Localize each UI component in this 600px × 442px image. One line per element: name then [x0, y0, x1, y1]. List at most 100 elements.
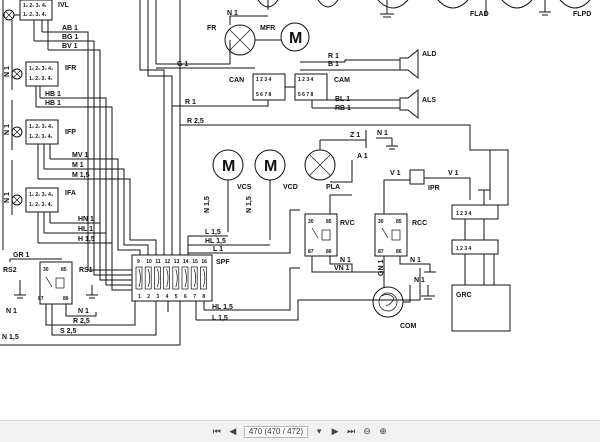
svg-text:IFA: IFA: [65, 190, 76, 197]
svg-text:1 2 3 4: 1 2 3 4: [456, 246, 472, 252]
svg-text:V 1: V 1: [390, 170, 401, 177]
svg-text:L 1: L 1: [213, 246, 223, 253]
svg-text:BG 1: BG 1: [62, 34, 78, 41]
lamp-group-ifp: N 1 1₂ 2₂ 3₂ 4₂ 1₁ 2₁ 3₁ 4₁ IFP: [4, 119, 76, 145]
spf-pin-top: 12: [165, 259, 171, 265]
svg-text:L 1,5: L 1,5: [212, 315, 228, 322]
spf-pin-top: 10: [146, 259, 152, 265]
svg-text:R 2,5: R 2,5: [187, 118, 204, 125]
svg-text:PLA: PLA: [326, 184, 340, 191]
svg-text:30: 30: [43, 267, 49, 273]
spf-pin-top: 13: [174, 259, 180, 265]
relay-rs: 30 85 87 86: [38, 261, 73, 305]
svg-text:1 2 3 4: 1 2 3 4: [456, 211, 472, 217]
svg-text:87: 87: [308, 249, 314, 255]
svg-text:H 1,5: H 1,5: [78, 236, 95, 243]
svg-text:N 1: N 1: [340, 257, 351, 264]
page-indicator[interactable]: 470 (470 / 472): [243, 425, 309, 438]
prev-page-button[interactable]: ◀: [228, 426, 238, 438]
next-page-button[interactable]: ▶: [330, 426, 340, 438]
svg-text:G 1: G 1: [177, 61, 188, 68]
spf-pin-bottom: 4: [166, 294, 169, 300]
svg-text:85: 85: [326, 219, 332, 225]
svg-text:N 1,5: N 1,5: [246, 196, 253, 213]
spf-pin-bottom: 3: [156, 294, 159, 300]
svg-text:30: 30: [308, 219, 314, 225]
svg-text:N 1: N 1: [414, 277, 425, 284]
page-navigation-toolbar: ⏮ ◀ 470 (470 / 472) ▾ ▶ ⏭ ⊖ ⊕: [0, 420, 600, 442]
svg-text:RVC: RVC: [340, 220, 355, 227]
motor-fr: FR M MFR: [207, 15, 310, 56]
svg-text:M: M: [222, 158, 235, 175]
svg-text:R 1: R 1: [328, 53, 339, 60]
svg-text:CAM: CAM: [334, 77, 350, 84]
svg-text:Z 1: Z 1: [350, 132, 360, 139]
svg-text:86: 86: [396, 249, 402, 255]
svg-text:S 2,5: S 2,5: [60, 328, 76, 335]
svg-text:ALS: ALS: [422, 97, 436, 104]
svg-text:1₂ 2₂ 3₂ 4₂: 1₂ 2₂ 3₂ 4₂: [29, 192, 53, 198]
lamp-group-ifr: N 1 1₂ 2₂ 3₂ 4₂ 1₁ 2₁ 3₁ 4₁ IFR: [4, 61, 76, 87]
svg-text:R 1: R 1: [185, 99, 196, 106]
first-page-button[interactable]: ⏮: [212, 426, 222, 438]
spf-pin-top: 15: [192, 259, 198, 265]
svg-text:87: 87: [378, 249, 384, 255]
spf-pin-bottom: 2: [147, 294, 150, 300]
svg-text:SPF: SPF: [216, 259, 230, 266]
svg-text:86: 86: [63, 296, 69, 302]
svg-text:M: M: [264, 158, 277, 175]
spf-pin-bottom: 8: [202, 294, 205, 300]
svg-text:1₁ 2₁ 3₁ 4₁: 1₁ 2₁ 3₁ 4₁: [23, 12, 47, 18]
svg-text:VN 1: VN 1: [334, 265, 350, 272]
spf-pin-top: 14: [183, 259, 189, 265]
spf-pin-bottom: 6: [184, 294, 187, 300]
page-menu-icon[interactable]: ▾: [314, 426, 324, 438]
label-flad: FLAD: [470, 11, 489, 18]
svg-text:N 1: N 1: [6, 308, 17, 315]
svg-text:R 2,5: R 2,5: [73, 318, 90, 325]
svg-text:V 1: V 1: [448, 170, 459, 177]
document-viewer: N 1 FLAD FLPD 1₂ 2₂ 3₁ 4₁ 1₁ 2₁ 3₁ 4₁ IV…: [0, 0, 600, 442]
svg-text:5 6 7 8: 5 6 7 8: [298, 92, 314, 98]
svg-text:HB 1: HB 1: [45, 91, 61, 98]
horn-ald: ALD: [399, 48, 436, 80]
svg-text:N 1: N 1: [4, 124, 11, 135]
svg-text:N 1: N 1: [377, 130, 388, 137]
svg-text:1₁ 2₁ 3₁ 4₁: 1₁ 2₁ 3₁ 4₁: [29, 202, 53, 208]
svg-text:N 1: N 1: [4, 66, 11, 77]
lamp-group-ifa: N 1 1₂ 2₂ 3₂ 4₂ 1₁ 2₁ 3₁ 4₁ IFA: [4, 187, 76, 213]
horn-als: ALS: [399, 88, 436, 120]
spf-pin-bottom: 5: [175, 294, 178, 300]
svg-text:87: 87: [38, 296, 44, 302]
unit-grc: GRC: [451, 284, 511, 332]
svg-text:IPR: IPR: [428, 185, 440, 192]
svg-text:M: M: [289, 30, 302, 47]
svg-text:HB 1: HB 1: [45, 100, 61, 107]
svg-text:N 1: N 1: [4, 192, 11, 203]
motor-vcs: M VCS: [212, 149, 252, 191]
svg-text:L 1,5: L 1,5: [205, 229, 221, 236]
svg-text:M 1: M 1: [72, 162, 84, 169]
lamp-group-ivl: 1₂ 2₂ 3₁ 4₁ 1₁ 2₁ 3₁ 4₁ IVL: [3, 0, 70, 21]
terminal-strip-upper: 1 2 3 4: [451, 204, 499, 220]
svg-text:VCD: VCD: [283, 184, 298, 191]
zoom-out-icon[interactable]: ⊖: [362, 426, 372, 438]
spf-pin-top: 9: [137, 259, 140, 265]
svg-text:VCS: VCS: [237, 184, 252, 191]
spf-pin-bottom: 7: [193, 294, 196, 300]
svg-text:COM: COM: [400, 323, 417, 330]
svg-text:CAN: CAN: [229, 77, 244, 84]
svg-text:1₁ 2₁ 3₁ 4₁: 1₁ 2₁ 3₁ 4₁: [29, 134, 53, 140]
svg-text:1₂ 2₂ 3₂ 4₂: 1₂ 2₂ 3₂ 4₂: [29, 124, 53, 130]
svg-text:1₁ 2₁ 3₁ 4₁: 1₁ 2₁ 3₁ 4₁: [29, 76, 53, 82]
svg-text:HN 1: HN 1: [78, 216, 94, 223]
ipr-box: [409, 169, 425, 185]
svg-text:IVL: IVL: [58, 2, 70, 9]
svg-text:GRC: GRC: [456, 292, 472, 299]
terminal-strip-lower: 1 2 3 4: [451, 239, 499, 255]
svg-text:5 6 7 8: 5 6 7 8: [256, 92, 272, 98]
last-page-button[interactable]: ⏭: [346, 426, 356, 438]
svg-text:HL 1: HL 1: [78, 226, 93, 233]
svg-text:1 2 3 4: 1 2 3 4: [298, 77, 314, 83]
zoom-in-icon[interactable]: ⊕: [378, 426, 388, 438]
